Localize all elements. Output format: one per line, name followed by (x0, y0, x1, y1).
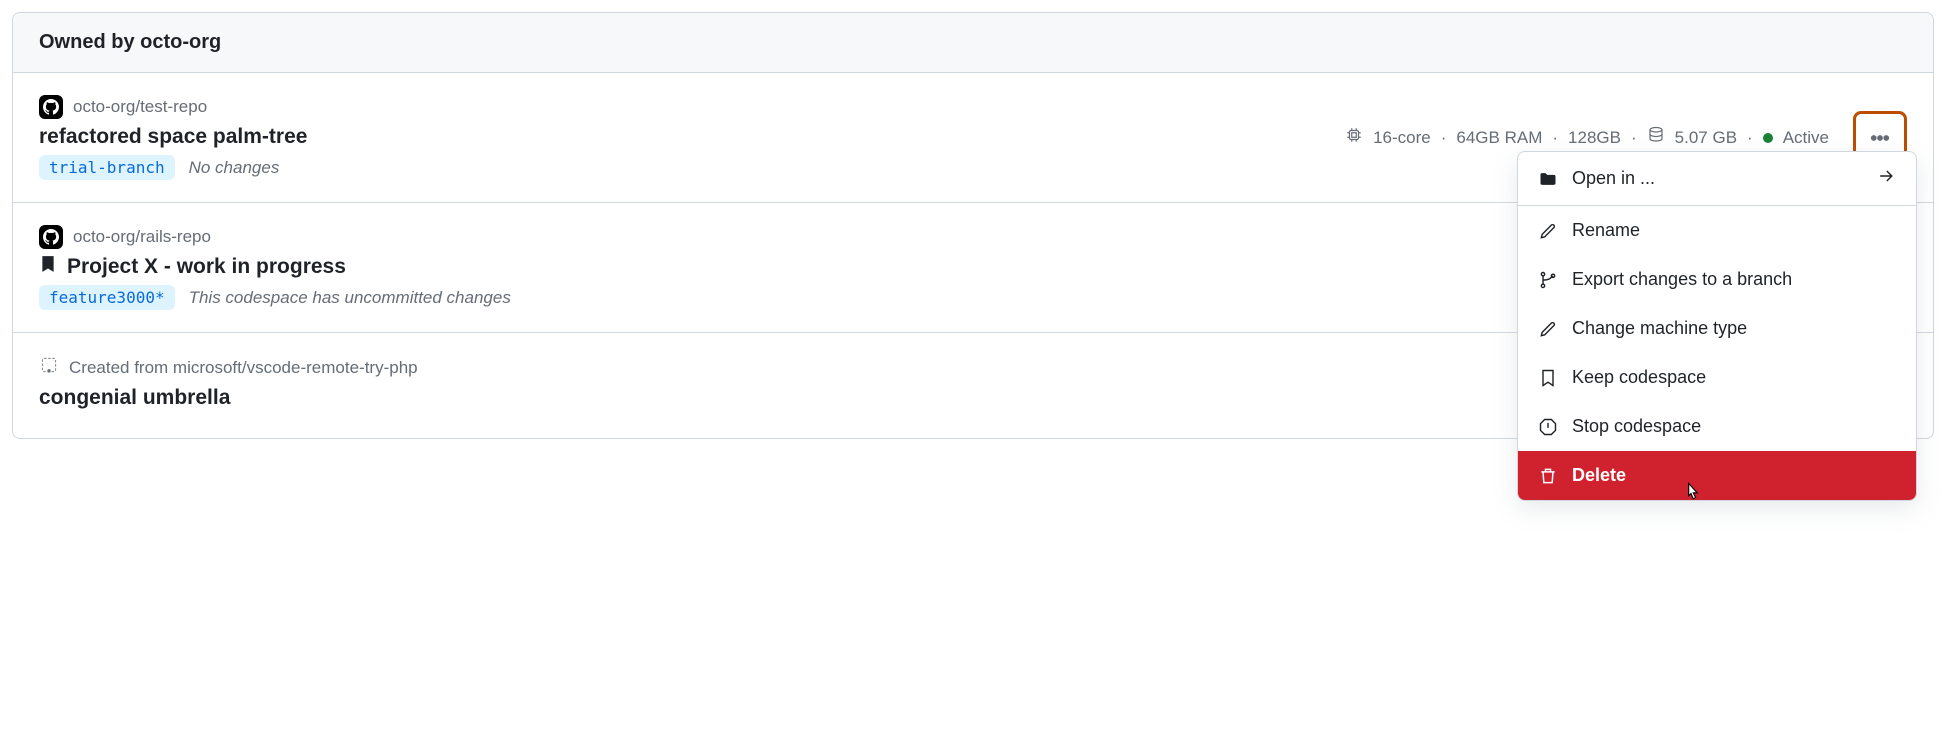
panel-title: Owned by octo-org (39, 31, 221, 53)
storage-size: 5.07 GB (1675, 128, 1737, 148)
menu-stop-codespace[interactable]: Stop codespace (1518, 402, 1916, 451)
menu-label: Export changes to a branch (1572, 269, 1792, 290)
menu-label: Change machine type (1572, 318, 1747, 339)
codespace-row: octo-org/test-repo refactored space palm… (13, 73, 1933, 203)
menu-label: Rename (1572, 220, 1640, 241)
template-icon (39, 355, 59, 380)
specs-disk: 128GB (1568, 128, 1621, 148)
specs-core: 16-core (1373, 128, 1431, 148)
menu-export-branch[interactable]: Export changes to a branch (1518, 255, 1916, 304)
menu-delete[interactable]: Delete (1518, 451, 1916, 500)
panel-header: Owned by octo-org (13, 13, 1933, 73)
codespaces-panel: Owned by octo-org octo-org/test-repo ref… (12, 12, 1934, 439)
menu-label: Open in ... (1572, 168, 1655, 189)
separator: · (1631, 128, 1637, 148)
menu-change-machine[interactable]: Change machine type (1518, 304, 1916, 353)
cpu-icon (1345, 126, 1363, 149)
separator: · (1747, 128, 1753, 148)
codespace-name[interactable]: congenial umbrella (39, 386, 230, 410)
change-status: This codespace has uncommitted changes (189, 288, 511, 308)
menu-keep-codespace[interactable]: Keep codespace (1518, 353, 1916, 402)
codespace-name[interactable]: refactored space palm-tree (39, 125, 307, 149)
separator: · (1441, 128, 1447, 148)
branch-chip[interactable]: feature3000* (39, 285, 175, 310)
database-icon (1647, 126, 1665, 149)
menu-label: Delete (1572, 465, 1626, 486)
codespace-actions-menu: Open in ... Rename Export changes to a b… (1517, 151, 1917, 501)
branch-chip[interactable]: trial-branch (39, 155, 175, 180)
repo-name[interactable]: octo-org/rails-repo (73, 227, 211, 247)
menu-open-in[interactable]: Open in ... (1518, 152, 1916, 206)
change-status: No changes (189, 158, 280, 178)
cursor-icon (1681, 482, 1701, 501)
arrow-right-icon (1876, 166, 1896, 191)
separator: · (1552, 128, 1558, 148)
created-from-text: Created from microsoft/vscode-remote-try… (69, 358, 418, 378)
github-logo-icon (39, 95, 63, 119)
repo-name[interactable]: octo-org/test-repo (73, 97, 207, 117)
bookmark-icon (39, 255, 57, 279)
specs-ram: 64GB RAM (1456, 128, 1542, 148)
status-dot-icon (1763, 133, 1773, 143)
status-label: Active (1783, 128, 1829, 148)
codespace-name[interactable]: Project X - work in progress (67, 255, 346, 279)
menu-label: Stop codespace (1572, 416, 1701, 437)
menu-rename[interactable]: Rename (1518, 206, 1916, 255)
github-logo-icon (39, 225, 63, 249)
menu-label: Keep codespace (1572, 367, 1706, 388)
